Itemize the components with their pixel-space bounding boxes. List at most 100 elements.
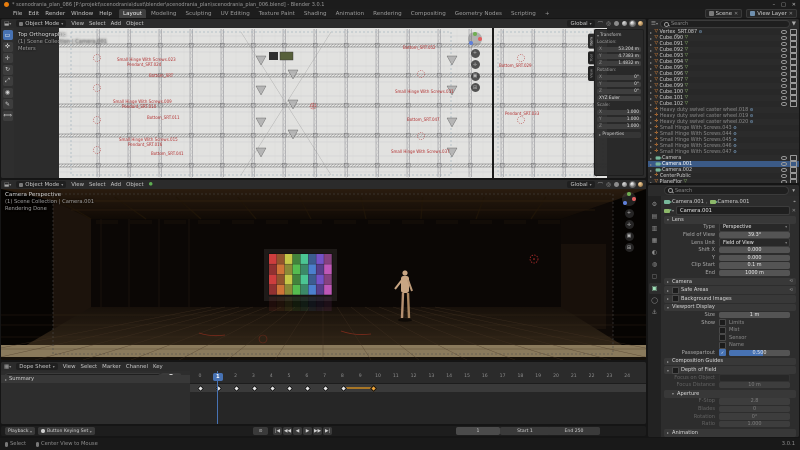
properties-tab-render[interactable]: ▤ xyxy=(649,211,661,222)
hide-viewport-icon[interactable] xyxy=(780,161,788,167)
prop-slider-rotation[interactable]: 0° xyxy=(719,413,790,420)
hide-viewport-icon[interactable] xyxy=(780,47,788,53)
dope-sheet-editor[interactable]: ▦▾ Dope Sheet ▾ View Select Marker Channel Ke… xyxy=(1,362,646,424)
menu-marker[interactable]: Marker xyxy=(102,364,121,370)
menu-edit[interactable]: Edit xyxy=(28,11,39,17)
location-x-field[interactable]: X 53.204 m xyxy=(597,46,641,53)
zoom-icon[interactable]: + xyxy=(470,48,480,58)
jump-next-keyframe-button[interactable]: ▶▶ xyxy=(313,427,322,435)
tool-select-box[interactable]: ▭ xyxy=(2,30,13,40)
hide-viewport-icon[interactable] xyxy=(780,155,788,161)
unlink-datablock-icon[interactable]: ✕ xyxy=(792,208,796,214)
menu-view[interactable]: View xyxy=(71,182,84,188)
panel-header-aperture[interactable]: ▾ Aperture xyxy=(664,390,796,398)
dope-sheet-mode-selector[interactable]: Dope Sheet ▾ xyxy=(16,363,58,370)
camera-view-render[interactable] xyxy=(1,189,646,360)
hide-viewport-icon[interactable] xyxy=(780,89,788,95)
menu-render[interactable]: Render xyxy=(45,11,65,17)
workspace-tab-sculpting[interactable]: Sculpting xyxy=(181,9,215,18)
disable-render-icon[interactable] xyxy=(790,35,797,41)
workspace-tab-geometry-nodes[interactable]: Geometry Nodes xyxy=(451,9,506,18)
transform-orientation[interactable]: Global ▾ xyxy=(567,20,595,27)
move-view-icon[interactable]: ✛ xyxy=(624,220,634,229)
rotation-mode-dropdown[interactable]: XYZ Euler xyxy=(597,95,641,102)
keyframe-track-region[interactable]: 0123456789101112131415161718192021222324… xyxy=(190,371,646,424)
menu-help[interactable]: Help xyxy=(99,11,112,17)
top-view-plan-drawing[interactable]: Small Hinge With Screws.023Pendant_SRT.0… xyxy=(1,28,646,178)
workspace-tab-shading[interactable]: Shading xyxy=(300,9,331,18)
menu-object[interactable]: Object xyxy=(126,21,144,27)
axis-y-icon[interactable] xyxy=(627,192,631,196)
shading-solid-icon[interactable] xyxy=(622,21,627,26)
timeline-ruler[interactable]: 0123456789101112131415161718192021222324 xyxy=(190,371,646,384)
disable-render-icon[interactable] xyxy=(790,101,797,107)
menu-add[interactable]: Add xyxy=(111,21,121,27)
menu-channel[interactable]: Channel xyxy=(126,364,148,370)
jump-prev-keyframe-button[interactable]: ◀◀ xyxy=(283,427,292,435)
panel-header-safe-areas[interactable]: ▸ Safe Areas ⟲ xyxy=(664,286,796,294)
disable-render-icon[interactable] xyxy=(790,59,797,65)
close-button[interactable]: ✕ xyxy=(792,2,796,8)
axis-gizmo[interactable] xyxy=(622,192,636,206)
disable-render-icon[interactable] xyxy=(790,95,797,101)
auto-keying-toggle[interactable]: ⊙ xyxy=(253,427,268,435)
breadcrumb-object[interactable]: Camera.001 xyxy=(672,199,704,205)
workspace-tab-rendering[interactable]: Rendering xyxy=(369,9,406,18)
hide-viewport-icon[interactable] xyxy=(780,167,788,173)
hide-viewport-icon[interactable] xyxy=(780,59,788,65)
menu-add[interactable]: Add xyxy=(111,182,121,188)
workspace-tab-scripting[interactable]: Scripting xyxy=(507,9,540,18)
playback-menu[interactable]: Playback ▾ xyxy=(5,427,35,435)
tool-rotate[interactable]: ↻ xyxy=(2,64,13,75)
axis-z-icon[interactable] xyxy=(469,41,473,45)
properties-tab-scene[interactable]: ◐ xyxy=(649,247,661,258)
channel-summary[interactable]: ▸ Summary xyxy=(1,375,190,383)
jump-to-start-button[interactable]: |◀ xyxy=(273,427,282,435)
shading-solid-icon[interactable] xyxy=(622,182,627,187)
snap-magnet-icon[interactable]: ⌒ xyxy=(598,20,604,28)
prop-slider-ratio[interactable]: 1.000 xyxy=(719,421,790,428)
panel-header-camera[interactable]: ▸ Camera ⟲ xyxy=(664,277,796,286)
hide-viewport-icon[interactable] xyxy=(780,77,788,83)
properties-tab-tool[interactable]: ⚙ xyxy=(649,199,661,210)
properties-options-icon[interactable]: ▾ xyxy=(792,188,795,194)
hide-viewport-icon[interactable] xyxy=(780,95,788,101)
axis-x-icon[interactable] xyxy=(478,37,482,41)
tool-measure[interactable]: ⟺ xyxy=(2,110,13,121)
camera-view-icon[interactable]: ▣ xyxy=(470,71,480,81)
axis-gizmo[interactable] xyxy=(468,32,482,46)
disable-render-icon[interactable] xyxy=(790,173,797,179)
properties-tab-constraints[interactable]: ⚓ xyxy=(649,307,661,318)
disable-render-icon[interactable] xyxy=(790,83,797,89)
mode-selector[interactable]: Object Mode ▾ xyxy=(16,181,67,188)
n-panel-transform[interactable]: Item Tool View ▾ Transform Location: X 53.204 … xyxy=(588,29,644,176)
orthographic-toggle-icon[interactable]: ⊞ xyxy=(470,83,480,92)
disable-render-icon[interactable] xyxy=(790,71,797,77)
hide-viewport-icon[interactable] xyxy=(780,173,788,179)
passepartout-slider[interactable]: 0.500 xyxy=(729,349,790,357)
prop-slider-size[interactable]: 1 m xyxy=(719,311,790,319)
menu-view[interactable]: View xyxy=(71,21,84,27)
proportional-edit-icon[interactable]: ◎ xyxy=(606,21,611,27)
prop-drop-lens-unit[interactable]: Field of View ▾ xyxy=(719,238,790,247)
camera-view-icon[interactable]: ▣ xyxy=(624,231,634,241)
menu-object[interactable]: Object xyxy=(126,182,144,188)
n-panel-tab-view[interactable]: View xyxy=(588,66,594,82)
shading-wireframe-icon[interactable] xyxy=(614,182,619,187)
checkbox-sensor[interactable] xyxy=(719,334,726,342)
menu-select[interactable]: Select xyxy=(89,182,106,188)
disable-render-icon[interactable] xyxy=(790,161,797,167)
rotation-y-field[interactable]: Y 0° xyxy=(597,81,641,88)
breadcrumb-data[interactable]: Camera.001 xyxy=(718,199,750,205)
rotation-z-field[interactable]: Z 0° xyxy=(597,88,641,95)
editor-type-icon[interactable]: ▦▾ xyxy=(4,364,11,370)
editor-type-icon[interactable]: ⬓▾ xyxy=(4,21,11,27)
prop-slider-y[interactable]: 0.000 xyxy=(719,254,790,261)
maximize-button[interactable]: □ xyxy=(781,2,786,8)
properties-tab-view-layer[interactable]: ▦ xyxy=(649,235,661,246)
disable-render-icon[interactable] xyxy=(790,41,797,47)
properties-tab-output[interactable]: ▥ xyxy=(649,223,661,234)
disable-render-icon[interactable] xyxy=(790,167,797,173)
shading-rendered-icon[interactable] xyxy=(638,182,643,187)
workspace-tab-texture-paint[interactable]: Texture Paint xyxy=(255,9,299,18)
